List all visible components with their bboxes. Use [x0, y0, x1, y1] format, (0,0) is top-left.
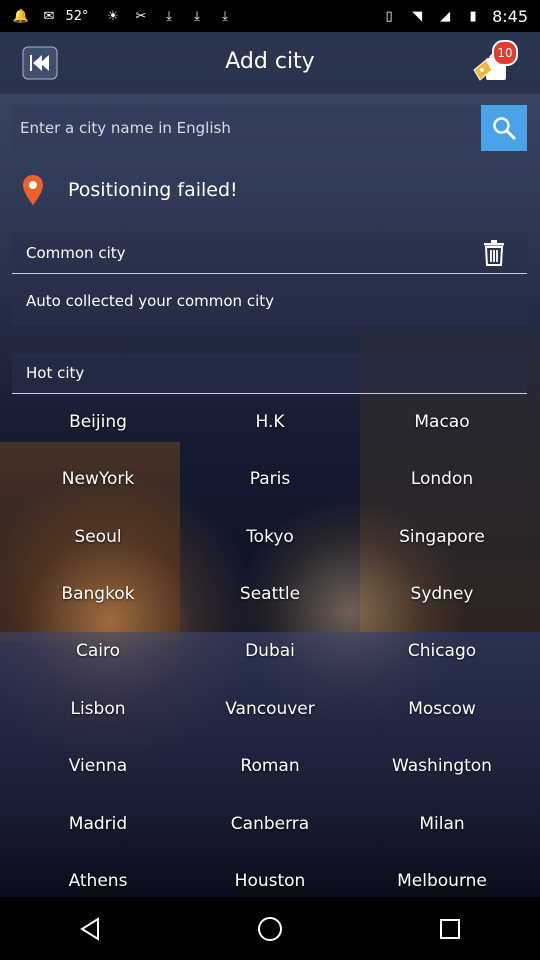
city-item[interactable]: Dubai: [184, 641, 356, 661]
city-item[interactable]: Beijing: [12, 412, 184, 432]
battery-icon: ▮: [469, 8, 477, 24]
nav-recents-button[interactable]: [420, 909, 480, 949]
location-text: Positioning failed!: [68, 179, 238, 201]
sun-icon: ☀: [107, 8, 119, 24]
tools-icon: ✂: [135, 8, 147, 24]
common-city-label: Common city: [26, 244, 126, 262]
city-item[interactable]: London: [356, 469, 528, 489]
download-icon: ⤓: [166, 8, 172, 24]
system-nav-bar: [0, 897, 540, 960]
city-item[interactable]: Chicago: [356, 641, 528, 661]
download-icon: ⤓: [194, 8, 200, 24]
nav-home-button[interactable]: [240, 909, 300, 949]
home-circle-icon: [258, 916, 282, 941]
app-header: Add city 10: [0, 32, 540, 94]
city-item[interactable]: Moscow: [356, 699, 528, 719]
city-item[interactable]: Seattle: [184, 584, 356, 604]
city-item[interactable]: Milan: [356, 814, 528, 834]
city-item[interactable]: Seoul: [12, 527, 184, 547]
temp-icon: 52°: [65, 8, 89, 24]
city-item[interactable]: Singapore: [356, 527, 528, 547]
common-city-header: Common city: [12, 233, 527, 274]
vibrate-icon: ▯: [385, 8, 393, 24]
city-item[interactable]: Houston: [184, 871, 356, 891]
back-triangle-icon: [80, 916, 99, 941]
wifi-icon: ◥: [412, 8, 423, 24]
city-search-input[interactable]: [12, 105, 481, 151]
city-item[interactable]: Cairo: [12, 641, 184, 661]
clear-common-city-button[interactable]: [483, 240, 505, 266]
city-item[interactable]: Melbourne: [356, 871, 528, 891]
city-item[interactable]: Canberra: [184, 814, 356, 834]
location-status[interactable]: Positioning failed!: [22, 170, 238, 210]
hot-city-header: Hot city: [12, 353, 527, 394]
location-pin-icon: [23, 175, 43, 205]
city-item[interactable]: H.K: [184, 412, 356, 432]
mail-icon: ✉: [43, 8, 55, 24]
notification-badge: 10: [492, 40, 518, 66]
common-city-hint: Auto collected your common city: [26, 291, 274, 310]
city-item[interactable]: Lisbon: [12, 699, 184, 719]
city-item[interactable]: Bangkok: [12, 584, 184, 604]
city-item[interactable]: Paris: [184, 469, 356, 489]
city-item[interactable]: Tokyo: [184, 527, 356, 547]
city-item[interactable]: Vancouver: [184, 699, 356, 719]
city-item[interactable]: NewYork: [12, 469, 184, 489]
status-bar: 🔔 ✉ 52° ☀ ✂ ⤓ ⤓ ⤓ ▯ ◥ ◢ ▮ 8:45: [0, 0, 540, 32]
signal-icon: ◢: [440, 8, 451, 24]
download-icon: ⤓: [222, 8, 228, 24]
city-item[interactable]: Roman: [184, 756, 356, 776]
city-item[interactable]: Washington: [356, 756, 528, 776]
trash-icon: [484, 240, 504, 266]
bell-icon: 🔔: [12, 8, 30, 24]
page-title: Add city: [225, 49, 315, 74]
common-city-body: Auto collected your common city: [12, 275, 527, 326]
nav-back-button[interactable]: [60, 909, 120, 949]
search-icon: [493, 117, 516, 140]
search-button[interactable]: [481, 105, 527, 151]
city-item[interactable]: Vienna: [12, 756, 184, 776]
city-item[interactable]: Sydney: [356, 584, 528, 604]
clock: 8:45: [492, 6, 528, 26]
search-bar: [12, 105, 527, 151]
city-item[interactable]: Athens: [12, 871, 184, 891]
city-item[interactable]: Macao: [356, 412, 528, 432]
city-item[interactable]: Madrid: [12, 814, 184, 834]
recents-square-icon: [440, 918, 460, 939]
hot-city-label: Hot city: [26, 364, 85, 382]
shop-button[interactable]: 10: [470, 40, 520, 86]
